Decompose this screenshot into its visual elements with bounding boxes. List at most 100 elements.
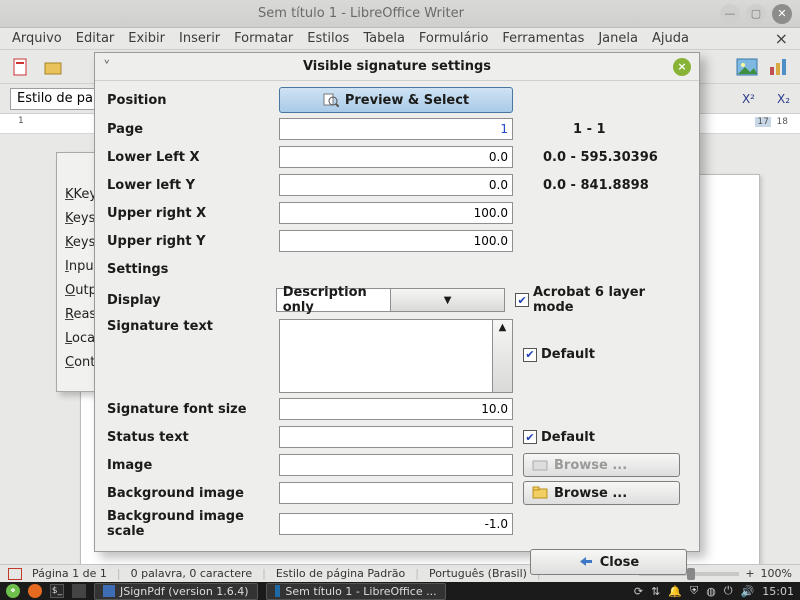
lower-left-y-range: 0.0 - 841.8898	[543, 178, 649, 193]
start-menu-icon[interactable]: ⋄	[6, 584, 20, 598]
superscript-button[interactable]: X²	[742, 92, 755, 106]
clock[interactable]: 15:01	[762, 585, 794, 598]
zoom-level[interactable]: 100%	[761, 567, 792, 580]
power-icon[interactable]: ⏻	[724, 584, 733, 598]
chevron-down-icon[interactable]: ▼	[390, 289, 504, 311]
default-text-checkbox[interactable]: ✔	[523, 348, 537, 362]
window-minimize-button[interactable]: —	[720, 4, 740, 24]
lower-left-y-label: Lower left Y	[107, 178, 279, 193]
lower-left-x-label: Lower Left X	[107, 150, 279, 165]
status-text-input[interactable]	[279, 426, 513, 448]
lower-left-x-input[interactable]	[279, 146, 513, 168]
shield-icon[interactable]: ⛨	[690, 584, 698, 598]
image-icon[interactable]	[736, 56, 758, 78]
zoom-in-button[interactable]: +	[745, 567, 754, 580]
upper-right-y-input[interactable]	[279, 230, 513, 252]
folder-icon	[532, 458, 548, 472]
update-icon[interactable]: ⟳	[634, 585, 643, 598]
menubar: Arquivo Editar Exibir Inserir Formatar E…	[0, 28, 800, 50]
volume-icon[interactable]: 🔊	[741, 585, 755, 598]
image-browse-button[interactable]: Browse ...	[523, 453, 680, 477]
dialog-close-button[interactable]: ×	[673, 58, 691, 76]
lower-left-y-input[interactable]	[279, 174, 513, 196]
preview-select-button[interactable]: Preview & Select	[279, 87, 513, 113]
battery-icon[interactable]: ◍	[706, 585, 716, 598]
settings-section-label: Settings	[107, 262, 279, 277]
java-icon	[103, 585, 115, 597]
menu-arquivo[interactable]: Arquivo	[12, 31, 62, 46]
writer-icon	[275, 585, 281, 597]
document-tab-close[interactable]: ×	[775, 29, 788, 48]
signature-text-label: Signature text	[107, 319, 279, 334]
window-title: Sem título 1 - LibreOffice Writer	[8, 6, 714, 21]
menu-ajuda[interactable]: Ajuda	[652, 31, 689, 46]
menu-formulario[interactable]: Formulário	[419, 31, 488, 46]
upper-right-x-input[interactable]	[279, 202, 513, 224]
acrobat6-checkbox[interactable]: ✔	[515, 293, 529, 307]
bg-image-label: Background image	[107, 486, 279, 501]
network-icon[interactable]: ⇅	[651, 585, 660, 598]
image-input[interactable]	[279, 454, 513, 476]
bg-image-browse-button[interactable]: Browse ...	[523, 481, 680, 505]
menu-formatar[interactable]: Formatar	[234, 31, 293, 46]
dialog-titlebar[interactable]: ˅ Visible signature settings ×	[95, 53, 699, 81]
default-status-label: Default	[541, 430, 595, 445]
menu-exibir[interactable]: Exibir	[128, 31, 165, 46]
font-size-input[interactable]	[279, 398, 513, 420]
menu-janela[interactable]: Janela	[598, 31, 638, 46]
display-combo[interactable]: Description only ▼	[276, 288, 506, 312]
menu-editar[interactable]: Editar	[76, 31, 115, 46]
new-doc-icon[interactable]	[10, 56, 32, 78]
lower-left-x-range: 0.0 - 595.30396	[543, 150, 658, 165]
bell-icon[interactable]: 🔔	[668, 585, 682, 598]
menu-inserir[interactable]: Inserir	[179, 31, 220, 46]
signature-text-area[interactable]: ▲	[279, 319, 513, 393]
window-titlebar: Sem título 1 - LibreOffice Writer — ▢ ✕	[0, 0, 800, 28]
image-label: Image	[107, 458, 279, 473]
ruler-tick: 1	[18, 116, 24, 126]
back-arrow-icon	[578, 555, 594, 569]
visible-signature-dialog: ˅ Visible signature settings × Position …	[94, 52, 700, 552]
upper-right-x-label: Upper right X	[107, 206, 279, 221]
folder-open-icon	[532, 486, 548, 500]
status-text-label: Status text	[107, 430, 279, 445]
book-icon[interactable]	[8, 568, 22, 580]
scroll-up-icon[interactable]: ▲	[492, 320, 512, 392]
window-maximize-button[interactable]: ▢	[746, 4, 766, 24]
firefox-icon[interactable]	[28, 584, 42, 598]
taskbar-item-jsignpdf[interactable]: JSignPdf (version 1.6.4)	[94, 583, 258, 600]
default-status-checkbox[interactable]: ✔	[523, 430, 537, 444]
window-close-button[interactable]: ✕	[772, 4, 792, 24]
upper-right-y-label: Upper right Y	[107, 234, 279, 249]
menu-tabela[interactable]: Tabela	[363, 31, 405, 46]
chart-icon[interactable]	[768, 56, 790, 78]
preview-select-label: Preview & Select	[345, 93, 469, 108]
close-button-label: Close	[600, 555, 639, 570]
magnifier-icon	[323, 93, 339, 107]
image-browse-label: Browse ...	[554, 458, 627, 473]
position-section-label: Position	[107, 93, 279, 108]
close-button[interactable]: Close	[530, 549, 687, 575]
display-label: Display	[107, 293, 276, 308]
bg-scale-label: Background image scale	[107, 509, 279, 539]
bg-scale-input[interactable]	[279, 513, 513, 535]
ruler-tick: 17 18	[755, 117, 788, 127]
bg-image-browse-label: Browse ...	[554, 486, 627, 501]
taskbar-item-label: Sem título 1 - LibreOffice ...	[285, 585, 436, 598]
display-value: Description only	[277, 285, 390, 315]
page-label: Page	[107, 122, 279, 137]
subscript-button[interactable]: X₂	[777, 92, 790, 106]
taskbar-item-label: JSignPdf (version 1.6.4)	[120, 585, 249, 598]
dialog-back-icon[interactable]: ˅	[103, 58, 121, 76]
page-range-label: 1 - 1	[573, 122, 606, 137]
taskbar-item-writer[interactable]: Sem título 1 - LibreOffice ...	[266, 583, 446, 600]
terminal-icon[interactable]: $_	[50, 584, 64, 598]
dialog-title: Visible signature settings	[121, 59, 673, 74]
page-input[interactable]	[279, 118, 513, 140]
font-size-label: Signature font size	[107, 402, 279, 417]
menu-ferramentas[interactable]: Ferramentas	[502, 31, 584, 46]
bg-image-input[interactable]	[279, 482, 513, 504]
open-icon[interactable]	[42, 56, 64, 78]
menu-estilos[interactable]: Estilos	[307, 31, 349, 46]
files-icon[interactable]	[72, 584, 86, 598]
